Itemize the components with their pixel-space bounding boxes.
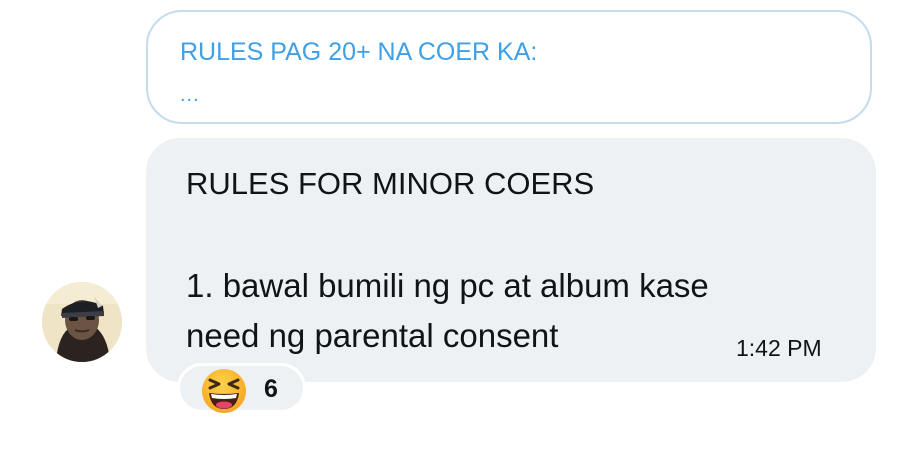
replied-message-preview[interactable]: RULES PAG 20+ NA COER KA: ... [146,10,872,124]
avatar[interactable] [42,282,122,362]
message-body-line-1: 1. bawal bumili ng pc at album kase [186,267,709,304]
message-body-line-2: need ng parental consent [186,317,559,354]
reaction-count: 6 [264,375,278,403]
message-timestamp: 1:42 PM [736,335,822,361]
dm-conversation: RULES PAG 20+ NA COER KA: ... RULES FOR … [0,0,919,458]
reaction-pill[interactable]: 6 [177,363,306,413]
reply-preview-ellipsis: ... [180,84,200,106]
message-heading: RULES FOR MINOR COERS [186,166,595,201]
reply-preview-title: RULES PAG 20+ NA COER KA: [180,38,538,66]
message-bubble[interactable]: RULES FOR MINOR COERS 1. bawal bumili ng… [146,138,876,382]
grinning-squinting-face-icon [202,369,246,413]
avatar-photo [42,282,122,362]
